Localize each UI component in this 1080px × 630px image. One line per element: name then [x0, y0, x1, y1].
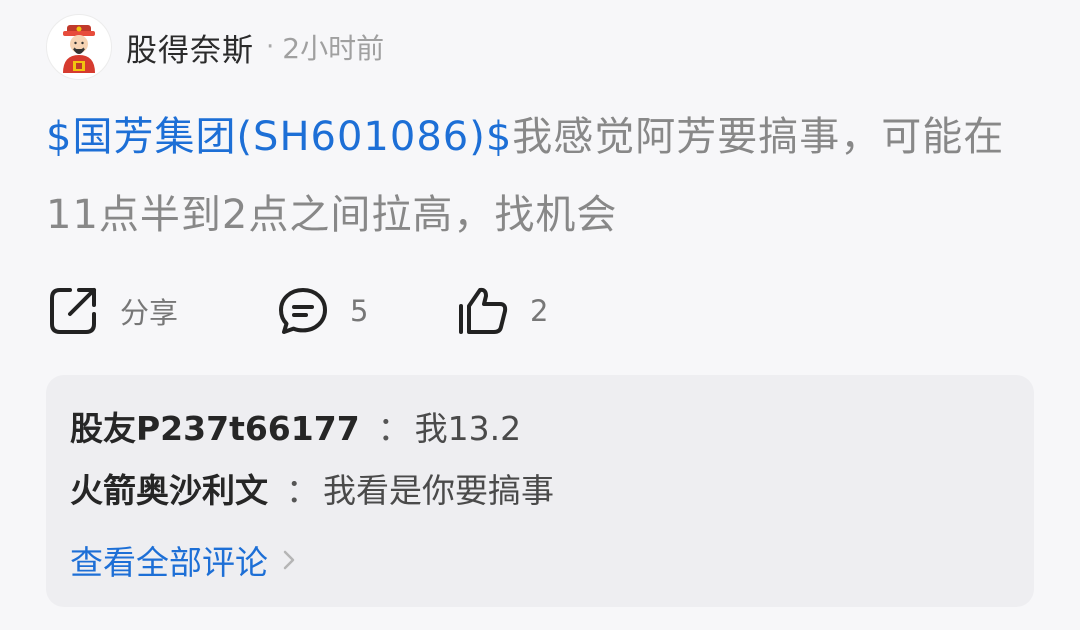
comment-button[interactable]: 5	[276, 284, 456, 338]
view-all-comments-label: 查看全部评论	[70, 543, 268, 582]
comment-text: 我看是你要搞事	[323, 471, 554, 510]
comment-item[interactable]: 火箭奥沙利文 ： 我看是你要搞事	[70, 465, 554, 511]
chevron-right-icon	[283, 550, 295, 570]
comment-user[interactable]: 股友P237t66177	[70, 402, 360, 450]
comment-user[interactable]: 火箭奥沙利文	[70, 464, 268, 512]
post-header: 股得奈斯 · 2小时前	[46, 14, 384, 80]
view-all-comments-link[interactable]: 查看全部评论	[70, 538, 296, 582]
avatar[interactable]	[46, 14, 112, 80]
share-button[interactable]: 分享	[46, 284, 276, 338]
like-count: 2	[530, 294, 549, 328]
post-card: 股得奈斯 · 2小时前 $国芳集团(SH601086)$我感觉阿芳要搞事，可能在…	[0, 0, 1080, 630]
comment-count: 5	[350, 294, 369, 328]
share-label: 分享	[120, 296, 179, 330]
share-icon	[50, 288, 96, 334]
stock-tag-link[interactable]: $国芳集团(SH601086)$	[46, 114, 512, 160]
meta-separator: ·	[266, 32, 275, 62]
action-bar: 分享 5 2	[46, 282, 548, 340]
post-time: 2小时前	[282, 32, 385, 65]
thumbs-up-icon	[459, 287, 508, 334]
comment-icon	[279, 288, 327, 334]
comment-colon: ：	[286, 471, 319, 510]
comment-colon: ：	[377, 409, 411, 448]
comment-text: 我13.2	[414, 409, 522, 448]
god-of-wealth-avatar-icon	[63, 25, 95, 73]
author-name[interactable]: 股得奈斯	[126, 25, 254, 70]
post-content: $国芳集团(SH601086)$我感觉阿芳要搞事，可能在11点半到2点之间拉高，…	[46, 98, 1046, 254]
like-button[interactable]: 2	[456, 284, 548, 338]
comment-item[interactable]: 股友P237t66177 ： 我13.2	[70, 403, 521, 449]
